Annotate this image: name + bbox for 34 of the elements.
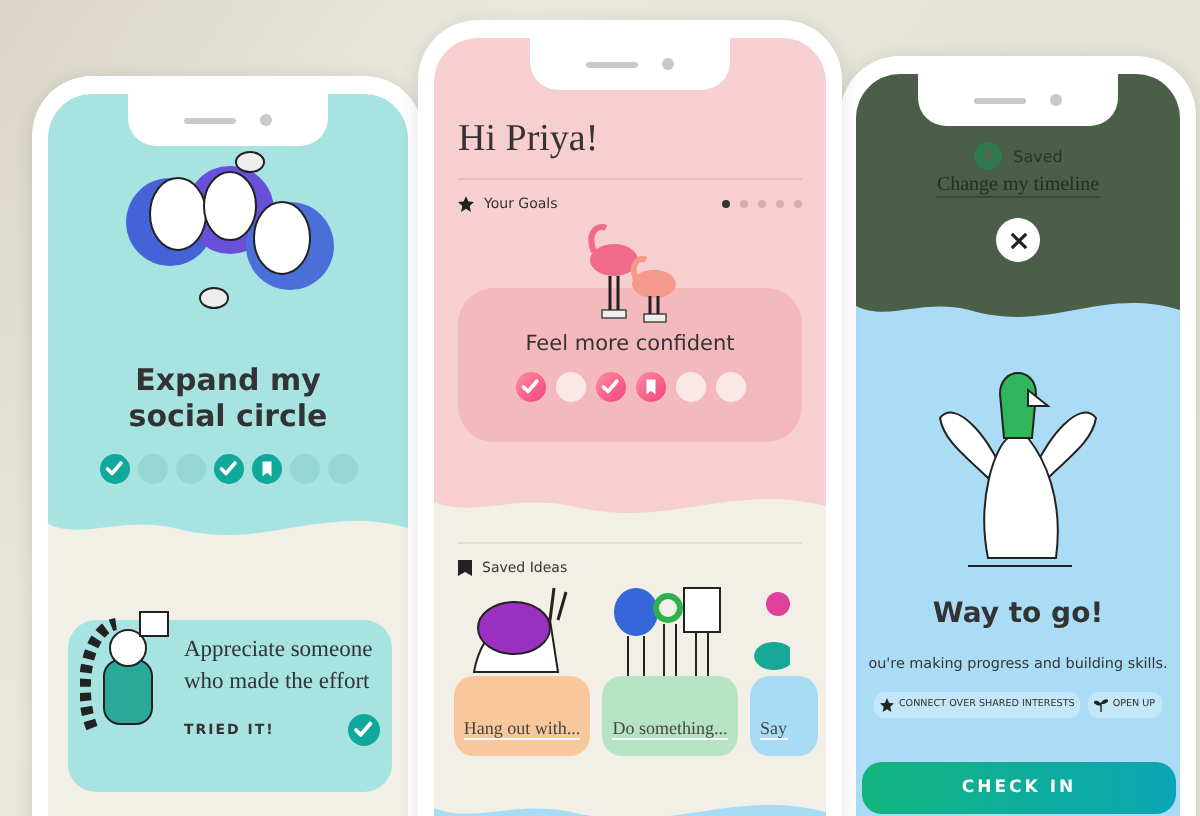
pager-dot[interactable] bbox=[722, 200, 730, 208]
idea-card[interactable]: Say bbox=[750, 676, 818, 756]
bookmark-icon bbox=[973, 142, 1002, 170]
pager-dot[interactable] bbox=[776, 200, 784, 208]
goal-card[interactable]: Feel more confident bbox=[458, 288, 802, 442]
checkmark-badge bbox=[99, 454, 129, 484]
star-icon bbox=[880, 698, 895, 712]
success-title: Way to go! bbox=[932, 598, 1104, 630]
close-button[interactable] bbox=[996, 218, 1040, 262]
empty-step-dot bbox=[555, 372, 585, 402]
star-icon bbox=[458, 196, 474, 212]
pager-dot[interactable] bbox=[794, 200, 802, 208]
close-icon bbox=[1009, 231, 1027, 249]
idea-card[interactable]: Hang out with... bbox=[454, 676, 590, 756]
idea-title: Do something... bbox=[612, 718, 728, 740]
bookmark-badge bbox=[251, 454, 281, 484]
goal-title: Feel more confident bbox=[523, 332, 737, 356]
idea-title: Hang out with... bbox=[463, 718, 581, 740]
pager-dot[interactable] bbox=[758, 200, 766, 208]
sprout-icon bbox=[1094, 698, 1109, 712]
idea-card[interactable]: Do something... bbox=[602, 676, 738, 756]
goal-title: Expand my social circle bbox=[126, 362, 330, 434]
greeting: Hi Priya! bbox=[458, 118, 601, 162]
pager-dot[interactable] bbox=[740, 200, 748, 208]
bookmark-icon bbox=[458, 560, 472, 576]
checkbox[interactable] bbox=[348, 714, 380, 747]
empty-step-dot bbox=[675, 372, 705, 402]
empty-step-dot bbox=[715, 372, 745, 402]
checkmark-badge bbox=[213, 454, 243, 484]
checkmark-badge bbox=[515, 372, 545, 402]
idea-title: Say bbox=[760, 718, 787, 740]
checkmark-badge bbox=[595, 372, 625, 402]
bookmark-badge bbox=[635, 372, 665, 402]
idea-text: Appreciate someone who made the effort bbox=[184, 636, 375, 698]
